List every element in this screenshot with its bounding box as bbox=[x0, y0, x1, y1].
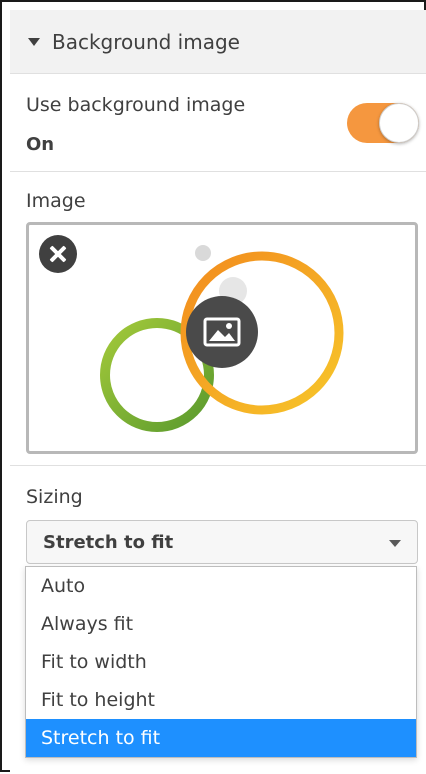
image-preview[interactable] bbox=[26, 222, 418, 454]
sizing-options-list: Auto Always fit Fit to width Fit to heig… bbox=[25, 566, 417, 758]
use-background-image-toggle[interactable] bbox=[347, 103, 419, 143]
toggle-knob bbox=[379, 103, 419, 143]
background-image-section-header[interactable]: Background image bbox=[10, 10, 426, 74]
section-title: Background image bbox=[52, 29, 240, 54]
use-background-image-label: Use background image bbox=[26, 94, 246, 116]
image-icon bbox=[186, 296, 258, 368]
chevron-down-icon bbox=[389, 540, 401, 547]
sizing-option-fit-to-height[interactable]: Fit to height bbox=[26, 681, 416, 719]
sizing-label: Sizing bbox=[26, 486, 83, 508]
properties-panel: Background image Use background image On… bbox=[0, 0, 426, 774]
sizing-option-stretch-to-fit[interactable]: Stretch to fit bbox=[26, 719, 416, 757]
use-background-image-value: On bbox=[26, 134, 55, 155]
sizing-option-always-fit[interactable]: Always fit bbox=[26, 605, 416, 643]
sizing-selected-value: Stretch to fit bbox=[43, 532, 174, 553]
use-background-image-row: Use background image On bbox=[10, 74, 426, 172]
sizing-option-fit-to-width[interactable]: Fit to width bbox=[26, 643, 416, 681]
image-label: Image bbox=[26, 190, 86, 212]
sizing-dropdown[interactable]: Stretch to fit bbox=[26, 520, 418, 564]
image-section: Image bbox=[10, 172, 426, 466]
sizing-option-auto[interactable]: Auto bbox=[26, 567, 416, 605]
caret-down-icon bbox=[28, 37, 40, 46]
close-icon[interactable] bbox=[39, 235, 77, 273]
